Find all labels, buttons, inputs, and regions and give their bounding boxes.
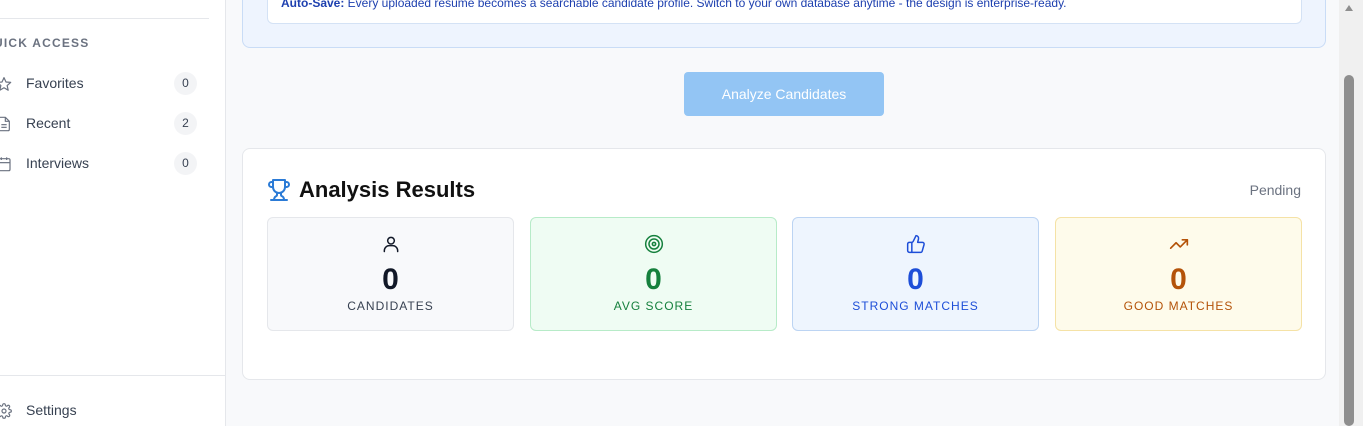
stat-card-good-matches: 0 GOOD MATCHES [1055, 217, 1302, 331]
results-header: Analysis Results [267, 175, 475, 205]
status-badge: Pending [1249, 182, 1301, 198]
auto-save-label: Auto-Save: [281, 0, 345, 10]
sidebar-item-favorites[interactable]: Favorites 0 [0, 65, 209, 101]
stat-label: STRONG MATCHES [852, 299, 979, 313]
sidebar-item-label: Favorites [26, 75, 84, 91]
stat-value: 0 [645, 263, 662, 296]
quick-access-heading: UICK ACCESS [0, 36, 90, 50]
count-badge: 0 [174, 151, 197, 175]
calendar-icon [0, 157, 11, 172]
sidebar-divider [0, 375, 226, 376]
scrollbar-thumb[interactable] [1344, 75, 1354, 426]
analysis-results-card: Analysis Results Pending 0 CANDIDATES 0 … [242, 148, 1326, 380]
sidebar-item-settings[interactable]: Settings [0, 392, 209, 426]
stat-value: 0 [382, 263, 399, 296]
document-icon [0, 116, 10, 132]
auto-save-description: Every uploaded resume becomes a searchab… [344, 0, 1067, 10]
user-icon [383, 236, 398, 253]
sidebar-item-label: Settings [26, 402, 77, 418]
count-badge: 0 [174, 71, 197, 95]
stat-value: 0 [907, 263, 924, 296]
sidebar-divider [0, 18, 209, 19]
info-panel: Auto-Save: Every uploaded resume becomes… [242, 0, 1326, 48]
sidebar-item-recent[interactable]: Recent 2 [0, 105, 209, 141]
stat-card-strong-matches: 0 STRONG MATCHES [792, 217, 1039, 331]
main-content: Auto-Save: Every uploaded resume becomes… [226, 0, 1339, 426]
gear-icon [0, 403, 12, 419]
stat-card-candidates: 0 CANDIDATES [267, 217, 514, 331]
stat-label: CANDIDATES [347, 299, 434, 313]
results-title: Analysis Results [299, 177, 476, 202]
trending-up-icon [1169, 239, 1188, 249]
target-icon [644, 234, 663, 254]
stat-card-avg-score: 0 AVG SCORE [530, 217, 777, 331]
star-icon [0, 77, 12, 91]
auto-save-notice: Auto-Save: Every uploaded resume becomes… [267, 0, 1302, 24]
app-window: UICK ACCESS Favorites 0 Recent 2 Intervi… [0, 0, 1363, 426]
scroll-up-arrow-icon[interactable] [1343, 2, 1355, 14]
auto-save-text: Auto-Save: Every uploaded resume becomes… [281, 0, 1067, 10]
sidebar-item-label: Recent [26, 115, 71, 131]
trophy-icon [268, 179, 290, 201]
stat-label: AVG SCORE [613, 299, 694, 313]
thumbs-up-icon [906, 234, 925, 254]
sidebar-item-label: Interviews [26, 155, 90, 171]
analyze-candidates-button[interactable]: Analyze Candidates [684, 72, 884, 116]
stat-label: GOOD MATCHES [1123, 299, 1234, 313]
stat-value: 0 [1170, 263, 1187, 296]
count-badge: 2 [174, 111, 197, 135]
sidebar: UICK ACCESS Favorites 0 Recent 2 Intervi… [0, 0, 226, 426]
sidebar-item-interviews[interactable]: Interviews 0 [0, 145, 209, 181]
